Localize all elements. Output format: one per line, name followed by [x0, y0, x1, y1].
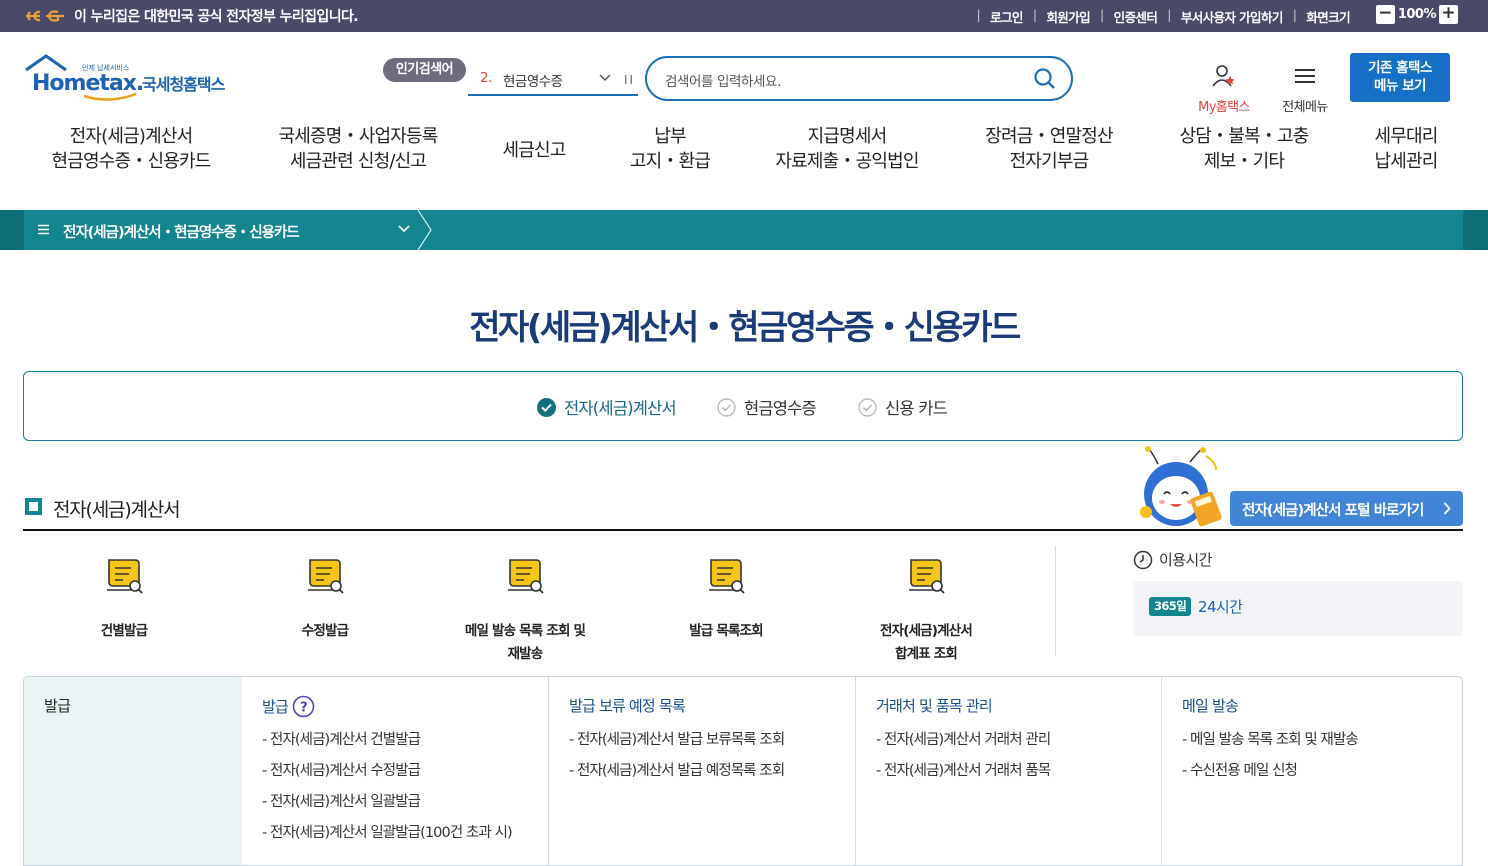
divider: [1055, 546, 1056, 656]
menu-link[interactable]: - 메일 발송 목록 조회 및 재발송: [1182, 725, 1359, 756]
gnb-item-tax-return[interactable]: 세금신고: [502, 138, 566, 163]
cert-center-link[interactable]: 인증센터: [1114, 7, 1158, 26]
logo-brand: Hometax.: [32, 71, 143, 96]
section-header: 전자(세금)계산서: [23, 493, 1463, 531]
quick-item-issue-list[interactable]: 발급 목록조회: [641, 556, 811, 643]
menu-link[interactable]: - 전자(세금)계산서 거래처 관리: [876, 725, 1051, 756]
my-hometax-button[interactable]: My홈택스: [1190, 64, 1258, 115]
gnb-item-consult[interactable]: 상담・불복・고충 제보・기타: [1180, 124, 1310, 174]
screen-size-label: 화면크기: [1306, 10, 1350, 25]
tab-etax-invoice[interactable]: 전자(세금)계산서: [537, 395, 677, 419]
search-icon[interactable]: [1033, 67, 1057, 91]
document-search-icon: [308, 559, 344, 594]
gnb-item-agent[interactable]: 세무대리 납세관리: [1374, 124, 1438, 174]
gnb-item-etax[interactable]: 전자(세금)계산서 현금영수증・신용카드: [51, 124, 211, 174]
zoom-in-button[interactable]: +: [1439, 5, 1458, 24]
breadcrumb-current: 전자(세금)계산서・현금영수증・신용카드: [63, 225, 300, 241]
gnb-item-incentive[interactable]: 장려금・연말정산 전자기부금: [985, 124, 1113, 174]
check-circle-icon: [717, 397, 736, 417]
global-nav: 전자(세금)계산서 현금영수증・신용카드 국세증명・사업자등록 세금관련 신청/신고…: [0, 124, 1488, 184]
tab-cash-receipt[interactable]: 현금영수증: [717, 395, 817, 419]
zoom-level: 100%: [1397, 7, 1437, 22]
search-input[interactable]: 검색어를 입력하세요.: [665, 70, 781, 90]
popular-term[interactable]: 현금영수증: [503, 70, 563, 90]
old-menu-button[interactable]: 기존 홈택스 메뉴 보기: [1350, 53, 1450, 102]
breadcrumb-bar: 전자(세금)계산서・현금영수증・신용카드: [0, 210, 1488, 250]
document-search-icon: [107, 559, 143, 594]
menu-side-title: 발급: [44, 697, 71, 715]
check-circle-icon: [858, 397, 877, 417]
menu-link[interactable]: - 수신전용 메일 신청: [1182, 756, 1358, 787]
menu-link[interactable]: - 전자(세금)계산서 거래처 품목: [876, 756, 1051, 787]
menu-col-partner: 거래처 및 품목 관리 - 전자(세금)계산서 거래처 관리 - 전자(세금)계…: [856, 677, 1162, 865]
egov-logo-icon: [26, 10, 64, 22]
logo-name: 국세청홈택스: [142, 75, 226, 94]
category-tabs: 전자(세금)계산서 현금영수증 신용 카드: [23, 371, 1463, 441]
pause-ticker-button[interactable]: II: [624, 73, 635, 87]
menu-col-issue: 발급 ? - 전자(세금)계산서 건별발급 - 전자(세금)계산서 수정발급 -…: [242, 677, 549, 865]
menu-side: 발급: [24, 677, 242, 865]
clock-icon: [1133, 550, 1153, 569]
section-title: 전자(세금)계산서: [53, 499, 181, 521]
hamburger-icon: [1295, 69, 1315, 83]
breadcrumb[interactable]: 전자(세금)계산서・현금영수증・신용카드: [24, 210, 434, 250]
days-badge: 365일: [1149, 597, 1192, 616]
gnb-item-payment[interactable]: 납부 고지・환급: [630, 124, 711, 174]
use-time-box: 365일 24시간: [1133, 581, 1463, 636]
popular-search-badge: 인기검색어: [383, 58, 466, 82]
document-search-icon: [709, 559, 745, 594]
zoom-control: − 100% +: [1375, 5, 1458, 24]
hometax-logo-mark-icon: 언제 납세서비스 Hometax. 국세청홈택스: [25, 54, 227, 101]
help-icon[interactable]: ?: [292, 695, 315, 718]
quick-item-modify-issue[interactable]: 수정발급: [240, 556, 410, 643]
chevron-down-icon[interactable]: [599, 74, 611, 82]
svg-text:?: ?: [300, 701, 307, 716]
hometax-logo[interactable]: 언제 납세서비스 Hometax. 국세청홈택스: [24, 52, 244, 108]
document-search-icon: [508, 559, 544, 594]
menu-link[interactable]: - 전자(세금)계산서 일괄발급: [262, 787, 512, 818]
quick-item-single-issue[interactable]: 건별발급: [39, 556, 209, 643]
login-link[interactable]: 로그인: [990, 7, 1023, 26]
popular-rank: 2.: [480, 70, 492, 86]
my-hometax-label: My홈택스: [1198, 100, 1250, 115]
popular-search-ticker[interactable]: 2. 현금영수증 II: [468, 62, 638, 96]
document-search-icon: [909, 559, 945, 594]
user-icon: [1212, 65, 1235, 87]
menu-link[interactable]: - 전자(세금)계산서 일괄발급(100건 초과 시): [262, 818, 513, 849]
zoom-out-button[interactable]: −: [1375, 5, 1395, 24]
gnb-item-payment-statement[interactable]: 지급명세서 자료제출・공익법인: [775, 124, 919, 174]
signup-link[interactable]: 회원가입: [1046, 7, 1090, 26]
page-title: 전자(세금)계산서・현금영수증・신용카드: [469, 308, 1021, 348]
breadcrumb-separator-icon: [417, 210, 432, 250]
search-box[interactable]: 검색어를 입력하세요.: [645, 56, 1073, 101]
menu-link[interactable]: - 전자(세금)계산서 발급 보류목록 조회: [569, 725, 785, 756]
use-time-value: 24시간: [1198, 598, 1243, 616]
section-marker-icon: [25, 498, 42, 515]
all-menu-label: 전체메뉴: [1282, 100, 1328, 115]
menu-link[interactable]: - 전자(세금)계산서 수정발급: [262, 756, 512, 787]
check-circle-icon: [537, 397, 556, 417]
gov-notice: 이 누리집은 대한민국 공식 전자정부 누리집입니다.: [74, 9, 359, 25]
chevron-down-icon[interactable]: [398, 225, 410, 233]
gnb-item-certificate[interactable]: 국세증명・사업자등록 세금관련 신청/신고: [278, 124, 438, 174]
gov-banner: 이 누리집은 대한민국 공식 전자정부 누리집입니다. | 로그인 | 회원가입…: [0, 0, 1488, 32]
tab-credit-card[interactable]: 신용 카드: [858, 395, 948, 419]
util-links: | 로그인 | 회원가입 | 인증센터 | 부서사용자 가입하기 | 화면크기: [976, 7, 1350, 26]
menu-col-hold: 발급 보류 예정 목록 - 전자(세금)계산서 발급 보류목록 조회 - 전자(…: [549, 677, 856, 865]
all-menu-button[interactable]: 전체메뉴: [1272, 64, 1338, 115]
menu-col-mail: 메일 발송 - 메일 발송 목록 조회 및 재발송 - 수신전용 메일 신청: [1162, 677, 1462, 865]
dept-user-signup-link[interactable]: 부서사용자 가입하기: [1181, 7, 1283, 26]
menu-link[interactable]: - 전자(세금)계산서 발급 예정목록 조회: [569, 756, 785, 787]
use-time-heading: 이용시간: [1133, 549, 1212, 570]
menu-link[interactable]: - 전자(세금)계산서 건별발급: [262, 725, 512, 756]
quick-item-summary[interactable]: 전자(세금)계산서 합계표 조회: [841, 556, 1011, 666]
menu-lines-icon: [38, 224, 49, 235]
menu-table: 발급 발급 ? - 전자(세금)계산서 건별발급 - 전자(세금)계산서 수정발…: [23, 676, 1463, 866]
quick-item-mail-resend[interactable]: 메일 발송 목록 조회 및 재발송: [440, 556, 610, 666]
